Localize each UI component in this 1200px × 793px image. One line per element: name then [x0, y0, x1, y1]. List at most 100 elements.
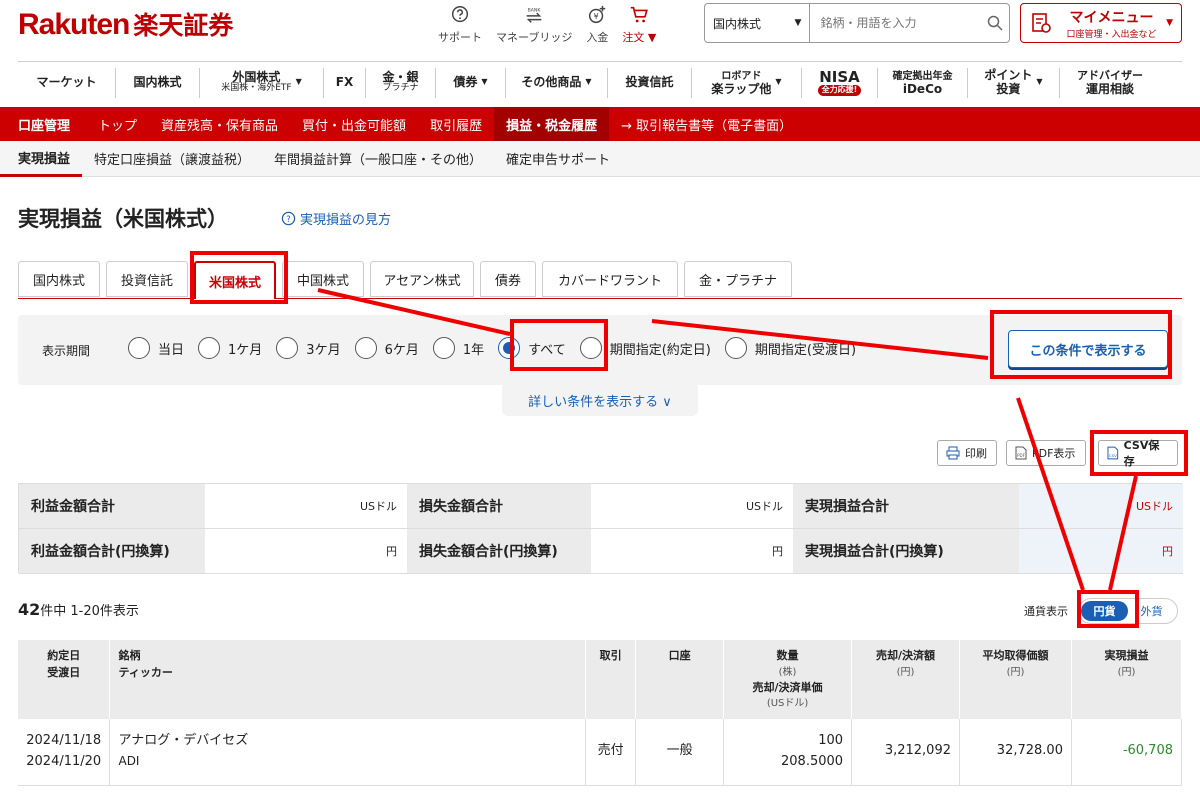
col-date: 約定日 受渡日: [18, 640, 111, 719]
tab-funds[interactable]: 投資信託: [106, 261, 188, 297]
loss-total-value: USドル: [591, 484, 793, 529]
nav-foreign-stock[interactable]: 外国株式 米国株・海外ETF ▼: [200, 67, 324, 98]
search-category-select[interactable]: 国内株式 ▼: [705, 4, 811, 42]
mymenu-button[interactable]: マイメニュー 口座管理・入出金など ▼: [1020, 3, 1182, 43]
nav-other-products[interactable]: その他商品 ▼: [506, 67, 608, 98]
deposit-button[interactable]: ¥ 入金: [586, 4, 608, 45]
nisa-badge: 全力応援!: [817, 85, 862, 97]
print-button[interactable]: 印刷: [937, 440, 997, 466]
show-button[interactable]: この条件で表示する: [1008, 330, 1168, 368]
nav-bonds[interactable]: 債券 ▼: [436, 67, 506, 98]
nav-advisor[interactable]: アドバイザー 運用相談: [1060, 68, 1160, 98]
cell-account: 一般: [635, 719, 725, 786]
period-today[interactable]: 当日: [128, 337, 184, 359]
pdf-button[interactable]: PDF PDF表示: [1006, 440, 1086, 466]
tab-china-stock[interactable]: 中国株式: [282, 261, 364, 297]
nav-label: その他商品: [521, 74, 582, 89]
account-nav-title[interactable]: 口座管理: [0, 107, 86, 141]
nav-market[interactable]: マーケット: [18, 67, 116, 98]
radio-circle-selected: [498, 337, 521, 359]
printer-icon: [946, 446, 960, 460]
nav-gold[interactable]: 金・銀 プラチナ: [366, 67, 436, 98]
col-pl: 実現損益 (円): [1071, 640, 1183, 719]
cart-icon: [631, 6, 649, 23]
csv-icon: CSV: [1107, 446, 1119, 460]
chevron-down-icon: ▼: [1166, 18, 1173, 28]
search-input[interactable]: [810, 4, 981, 42]
nav-fx[interactable]: FX: [324, 67, 366, 98]
currency-foreign-option[interactable]: 外貨: [1128, 603, 1175, 619]
radio-circle: [198, 337, 221, 359]
market-tabs: 国内株式 投資信託 米国株式 中国株式 アセアン株式 債券 カバードワラント 金…: [18, 261, 1182, 299]
realized-total-yen-label: 実現損益合計(円換算): [793, 529, 1019, 574]
period-3m[interactable]: 3ケ月: [276, 337, 341, 359]
order-button[interactable]: 注文 ▼: [622, 4, 656, 45]
cell-pl: -60,708: [1071, 719, 1183, 786]
col-amount: 売却/決済額 (円): [851, 640, 960, 719]
subnav-specific-account[interactable]: 特定口座損益（譲渡益税）: [82, 141, 262, 177]
detail-conditions-link[interactable]: 詳しい条件を表示する ∨: [502, 384, 698, 416]
account-nav-pl-tax[interactable]: 損益・税金履歴: [494, 107, 610, 141]
period-1y[interactable]: 1年: [432, 337, 484, 359]
search-icon: [987, 15, 1003, 31]
money-bridge-button[interactable]: BANK マネーブリッジ: [496, 4, 572, 45]
period-1m[interactable]: 1ケ月: [198, 337, 262, 359]
nav-label: 投資信託: [625, 74, 674, 89]
col-avg: 平均取得価額 (円): [959, 640, 1072, 719]
nav-nisa[interactable]: NISA 全力応援!: [802, 67, 878, 98]
pl-subnav: 実現損益 特定口座損益（譲渡益税） 年間損益計算（一般口座・その他） 確定申告サ…: [0, 141, 1200, 177]
account-nav-assets[interactable]: 資産残高・保有商品: [149, 107, 290, 141]
account-nav-history[interactable]: 取引履歴: [418, 107, 494, 141]
chevron-down-icon: ▼: [794, 18, 802, 28]
table-row: 2024/11/18 2024/11/20 アナログ・デバイセズ ADI 売付 一般…: [18, 719, 1183, 786]
nav-label: 債券: [453, 74, 478, 89]
radio-circle: [276, 337, 299, 359]
nav-point-invest[interactable]: ポイント 投資 ▼: [968, 67, 1060, 98]
svg-text:¥: ¥: [594, 11, 599, 21]
nav-label: 国内株式: [133, 74, 182, 89]
summary-table: 利益金額合計 USドル 損失金額合計 USドル 実現損益合計 USドル 利益金額…: [18, 483, 1183, 574]
tab-domestic[interactable]: 国内株式: [18, 261, 100, 297]
account-nav-buying-power[interactable]: 買付・出金可能額: [290, 107, 418, 141]
search-button[interactable]: [980, 4, 1009, 42]
support-button[interactable]: サポート: [438, 4, 482, 45]
nav-sub: プラチナ: [382, 83, 419, 94]
print-label: 印刷: [965, 447, 987, 460]
tab-asean-stock[interactable]: アセアン株式: [370, 261, 474, 297]
help-link[interactable]: ? 実現損益の見方: [281, 209, 391, 228]
currency-yen-option[interactable]: 円貨: [1081, 601, 1128, 621]
nav-domestic-stock[interactable]: 国内株式: [116, 67, 200, 98]
deposit-icon: ¥: [589, 5, 606, 24]
account-nav-top[interactable]: トップ: [86, 107, 149, 141]
period-6m[interactable]: 6ケ月: [354, 337, 419, 359]
svg-text:PDF: PDF: [1017, 453, 1025, 458]
account-nav-reports[interactable]: → 取引報告書等（電子書面）: [609, 107, 804, 141]
tab-us-stock[interactable]: 米国株式: [194, 261, 276, 299]
rakuten-logo[interactable]: Rakuten 楽天証券: [18, 6, 233, 42]
nav-sub: 投資: [996, 81, 1021, 96]
chevron-down-icon: ▼: [1036, 77, 1043, 87]
csv-label: CSV保存: [1123, 439, 1160, 468]
period-custom-settle[interactable]: 期間指定(受渡日): [724, 337, 856, 359]
tab-gold-platinum[interactable]: 金・プラチナ: [684, 261, 792, 297]
nav-ideco[interactable]: 確定拠出年金 iDeCo: [878, 67, 968, 98]
help-icon: ?: [281, 211, 296, 226]
subnav-tax-return[interactable]: 確定申告サポート: [494, 141, 622, 177]
pdf-label: PDF表示: [1032, 447, 1076, 460]
radio-label: 3ケ月: [306, 342, 341, 358]
nav-mutual-funds[interactable]: 投資信託: [608, 67, 692, 98]
nav-roboad[interactable]: ロボアド 楽ラップ他 ▼: [692, 67, 802, 98]
svg-text:?: ?: [286, 214, 290, 224]
csv-button[interactable]: CSV CSV保存: [1098, 439, 1178, 468]
account-nav: 口座管理 トップ 資産残高・保有商品 買付・出金可能額 取引履歴 損益・税金履歴…: [0, 107, 1200, 141]
nav-label: 外国株式: [232, 69, 281, 84]
tab-bonds[interactable]: 債券: [480, 261, 536, 297]
period-all[interactable]: すべて: [498, 337, 566, 359]
deposit-label: 入金: [586, 31, 609, 44]
subnav-annual-pl[interactable]: 年間損益計算（一般口座・その他）: [262, 141, 494, 177]
period-custom-trade[interactable]: 期間指定(約定日): [579, 337, 711, 359]
tab-covered-warrant[interactable]: カバードワラント: [542, 261, 678, 297]
subnav-realized-pl[interactable]: 実現損益: [0, 141, 83, 177]
mymenu-icon: [1032, 13, 1051, 33]
nav-sub: 米国株・海外ETF: [221, 83, 292, 94]
